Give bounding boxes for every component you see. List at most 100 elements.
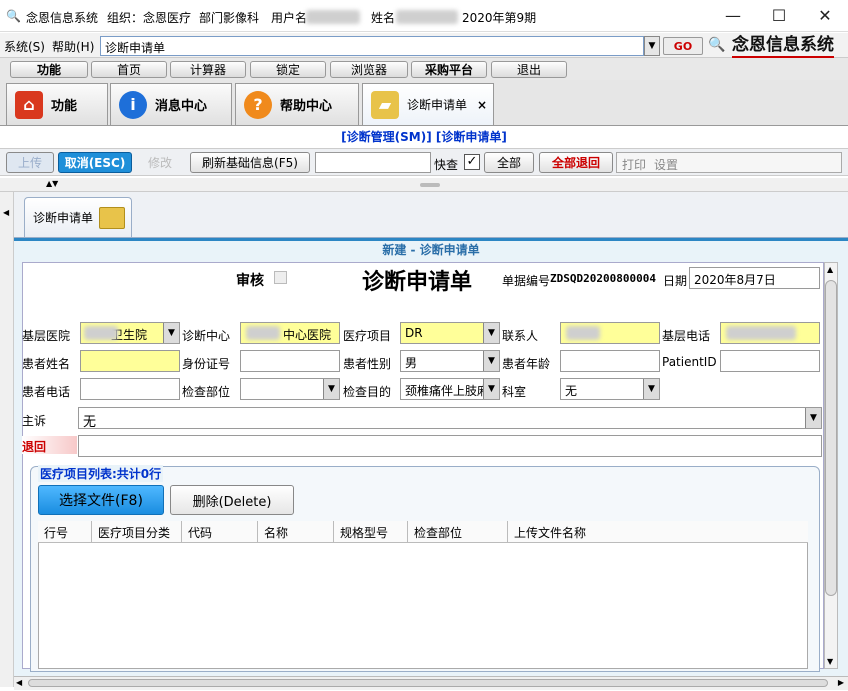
chevron-down-icon[interactable]: ▼: [323, 379, 339, 399]
gender-label: 患者性别: [343, 357, 392, 371]
refresh-base-info-button[interactable]: 刷新基础信息(F5): [190, 152, 310, 173]
name-label: 姓名: [371, 11, 396, 25]
col-row-number[interactable]: 行号: [38, 521, 92, 543]
tab-function-label: 功能: [51, 99, 78, 114]
toolbar-lock-button[interactable]: 锁定: [250, 61, 326, 78]
chevron-down-icon[interactable]: ▼: [483, 379, 499, 399]
maximize-button[interactable]: ☐: [756, 0, 802, 30]
chevron-down-icon[interactable]: ▼: [163, 323, 179, 343]
settings-button[interactable]: 设置: [654, 156, 678, 173]
menu-help[interactable]: 帮助(H): [52, 38, 94, 55]
edit-button[interactable]: 修改: [136, 152, 184, 173]
audit-checkbox[interactable]: [274, 271, 287, 284]
toolbar-browser-button[interactable]: 浏览器: [330, 61, 408, 78]
collapse-arrows-icon[interactable]: ▲▼: [46, 179, 58, 188]
chevron-left-icon[interactable]: ◀: [3, 208, 9, 217]
delete-button[interactable]: 删除(Delete): [170, 485, 294, 515]
project-list-title: 医疗项目列表:共计0行: [38, 465, 164, 482]
patient-id-label: PatientID: [662, 355, 717, 369]
horizontal-scroll-thumb[interactable]: [28, 679, 828, 687]
brand-logo: 念恩信息系统: [732, 34, 834, 58]
return-label: 退回: [22, 440, 47, 454]
redacted-contact: [566, 326, 600, 340]
all-button[interactable]: 全部: [484, 152, 534, 173]
toolbar-function-button[interactable]: 功能: [10, 61, 88, 78]
scroll-up-icon[interactable]: ▲: [827, 265, 833, 274]
dept-label: 科室: [502, 385, 527, 399]
redacted-phone: [726, 326, 796, 340]
form-title: 诊断申请单: [362, 269, 473, 295]
exam-purpose-label: 检查目的: [343, 385, 392, 399]
docno-label: 单据编号: [502, 274, 551, 288]
upload-button[interactable]: 上传: [6, 152, 54, 173]
col-code[interactable]: 代码: [182, 521, 258, 543]
scroll-right-icon[interactable]: ▶: [838, 678, 844, 687]
chevron-down-icon[interactable]: ▼: [643, 379, 659, 399]
patient-phone-field[interactable]: [80, 378, 180, 400]
col-upload-filename[interactable]: 上传文件名称: [508, 521, 808, 543]
minimize-button[interactable]: —: [710, 0, 756, 30]
center-label: 诊断中心: [182, 329, 231, 343]
redacted-center: [246, 326, 280, 340]
return-field[interactable]: [78, 435, 822, 457]
scroll-down-icon[interactable]: ▼: [827, 657, 833, 666]
doc-tab-diagnosis-request[interactable]: 诊断申请单: [24, 197, 132, 237]
patient-id-field[interactable]: [720, 350, 820, 372]
tab-messages[interactable]: i 消息中心: [110, 83, 232, 125]
toolbar-calculator-button[interactable]: 计算器: [170, 61, 246, 78]
title-bar: 🔍 念恩信息系统 组织： 念恩医疗 部门影像科 用户名 姓名 2020年第9期 …: [0, 0, 848, 32]
chevron-down-icon[interactable]: ▼: [644, 36, 660, 56]
date-label: 日期: [663, 274, 688, 288]
col-name[interactable]: 名称: [258, 521, 334, 543]
scroll-left-icon[interactable]: ◀: [16, 678, 22, 687]
toolbar-home-button[interactable]: 首页: [91, 61, 167, 78]
tab-help[interactable]: ? 帮助中心: [235, 83, 359, 125]
patient-name-label: 患者姓名: [22, 357, 71, 371]
splitter-handle[interactable]: [420, 183, 440, 187]
document-tabs: [14, 192, 848, 238]
id-field[interactable]: [240, 350, 340, 372]
info-icon: i: [119, 90, 147, 119]
chevron-down-icon[interactable]: ▼: [805, 408, 821, 428]
search-icon: 🔍: [708, 37, 726, 53]
tab-diagnosis-request-label: 诊断申请单: [407, 98, 468, 112]
project-table: [38, 521, 808, 669]
chevron-down-icon[interactable]: ▼: [483, 323, 499, 343]
help-icon: ?: [244, 90, 272, 119]
go-button[interactable]: GO: [663, 37, 703, 55]
home-icon: ⌂: [15, 90, 43, 119]
project-label: 医疗项目: [343, 329, 392, 343]
tab-diagnosis-request[interactable]: ▰ 诊断申请单 ×: [362, 83, 494, 125]
docno-value: ZDSQD20200800004: [550, 272, 656, 285]
age-label: 患者年龄: [502, 357, 551, 371]
address-input[interactable]: 诊断申请单: [100, 36, 644, 56]
all-return-button[interactable]: 全部退回: [539, 152, 613, 173]
col-spec[interactable]: 规格型号: [334, 521, 408, 543]
breadcrumb: [诊断管理(SM)] [诊断申请单]: [0, 128, 848, 146]
date-field[interactable]: 2020年8月7日: [689, 267, 820, 289]
select-file-button[interactable]: 选择文件(F8): [38, 485, 164, 515]
age-field[interactable]: [560, 350, 660, 372]
tab-help-label: 帮助中心: [280, 99, 333, 114]
toolbar-exit-button[interactable]: 退出: [491, 61, 567, 78]
tab-function[interactable]: ⌂ 功能: [6, 83, 108, 125]
close-button[interactable]: ✕: [802, 0, 848, 30]
split-bar[interactable]: ▲▼: [0, 178, 848, 192]
toolbar-procurement-button[interactable]: 采购平台: [411, 61, 487, 78]
col-exam-part[interactable]: 检查部位: [408, 521, 508, 543]
patient-name-field[interactable]: [80, 350, 180, 372]
tab-close-icon[interactable]: ×: [477, 98, 487, 112]
contact-label: 联系人: [502, 329, 539, 343]
complaint-select[interactable]: 无: [78, 407, 822, 429]
chevron-down-icon[interactable]: ▼: [483, 351, 499, 371]
print-button[interactable]: 打印: [622, 156, 646, 173]
horizontal-scrollbar[interactable]: ◀ ▶: [14, 676, 848, 690]
quick-search-input[interactable]: [315, 152, 431, 173]
dept-label: 部门影像科: [199, 11, 260, 25]
vertical-scroll-thumb[interactable]: [825, 280, 837, 596]
quick-search-checkbox[interactable]: ✓: [464, 154, 480, 170]
cancel-button[interactable]: 取消(ESC): [58, 152, 132, 173]
left-collapse-bar[interactable]: ◀: [0, 192, 14, 687]
col-project-category[interactable]: 医疗项目分类: [92, 521, 182, 543]
menu-system[interactable]: 系统(S): [4, 38, 45, 55]
